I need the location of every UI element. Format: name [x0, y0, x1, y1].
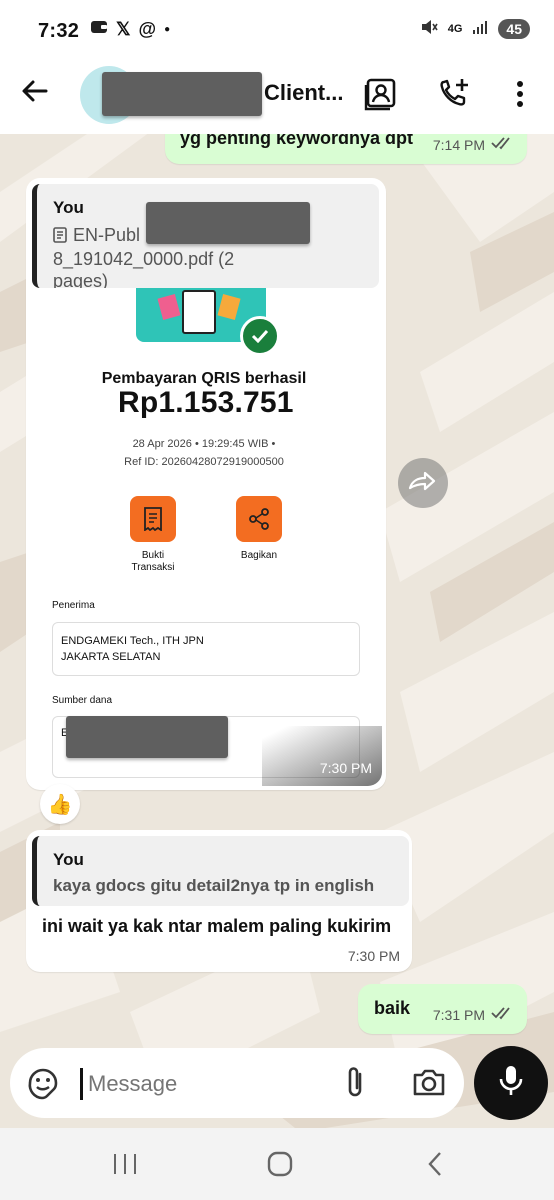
network-type: 4G	[447, 22, 463, 35]
camera-icon[interactable]	[412, 1066, 446, 1103]
x-app-icon: 𝕏	[116, 19, 131, 39]
more-options-icon[interactable]	[502, 74, 538, 114]
receipt-icon	[130, 496, 176, 542]
add-call-icon[interactable]	[436, 74, 472, 114]
reaction-thumbs-up[interactable]: 👍	[40, 784, 80, 824]
status-notification-icons: 𝕏 @ ●	[90, 19, 170, 40]
message-meta: 7:31 PM	[433, 1006, 515, 1023]
message-time: 7:31 PM	[432, 1006, 485, 1023]
share-icon	[236, 496, 282, 542]
status-system-icons: 4G 45	[420, 18, 530, 39]
back-arrow-icon[interactable]	[20, 76, 50, 111]
message-time: 7:30 PM	[319, 760, 372, 776]
text-cursor	[80, 1068, 83, 1100]
signal-icon	[472, 19, 488, 38]
sticker-icon[interactable]	[26, 1066, 60, 1105]
status-bar: 7:32 𝕏 @ ● 4G 45	[0, 0, 554, 62]
quote-author: You	[53, 850, 84, 869]
receipt-amount: Rp1.153.751	[118, 386, 294, 419]
share-label: Bagikan	[240, 550, 278, 561]
battery-level: 45	[498, 18, 530, 39]
redacted-source-of-funds	[66, 716, 228, 758]
microphone-icon	[499, 1064, 523, 1103]
read-ticks-icon	[491, 1006, 515, 1023]
success-check-icon	[240, 316, 280, 356]
threads-icon: @	[138, 19, 157, 39]
chat-header: Client...	[0, 62, 554, 132]
quote-text: kaya gdocs gitu detail2nya tp in english	[53, 876, 375, 895]
contact-card-icon[interactable]	[362, 74, 398, 114]
image-gradient	[262, 726, 382, 786]
recipient-label: Penerima	[52, 600, 95, 611]
redacted-file-name	[146, 202, 310, 244]
message-input[interactable]	[86, 1062, 320, 1106]
voice-message-button[interactable]	[474, 1046, 548, 1120]
quote-author: You	[53, 198, 84, 217]
mute-icon	[420, 18, 438, 39]
home-icon[interactable]	[266, 1150, 294, 1183]
system-navigation-bar	[0, 1128, 554, 1200]
nav-back-icon[interactable]	[426, 1150, 444, 1183]
document-icon	[53, 226, 67, 248]
message-text: baik	[374, 998, 411, 1018]
message-time: 7:30 PM	[347, 948, 400, 964]
attach-icon[interactable]	[340, 1064, 370, 1107]
read-ticks-icon	[491, 136, 515, 153]
outgoing-message[interactable]: baik 7:31 PM	[358, 984, 527, 1034]
wallet-icon	[90, 19, 108, 40]
payment-receipt-image[interactable]: Pembayaran QRIS berhasil Rp1.153.751 28 …	[26, 288, 382, 786]
message-meta: 7:14 PM	[433, 136, 515, 153]
message-composer	[10, 1048, 464, 1118]
header-divider	[0, 132, 554, 134]
recipient-details: ENDGAMEKI Tech., ITH JPN JAKARTA SELATAN	[61, 635, 204, 663]
forward-button[interactable]	[398, 458, 448, 508]
recent-apps-icon[interactable]	[112, 1152, 138, 1181]
status-time: 7:32	[38, 20, 80, 42]
proof-of-transaction-label: Bukti Transaksi	[131, 550, 175, 573]
message-text: ini wait ya kak ntar malem paling kukiri…	[42, 916, 392, 936]
recipient-box: ENDGAMEKI Tech., ITH JPN JAKARTA SELATAN	[52, 622, 360, 676]
chat-title[interactable]: Client...	[264, 80, 343, 106]
quoted-message[interactable]: You kaya gdocs gitu detail2nya tp in eng…	[32, 836, 409, 906]
source-of-funds-label: Sumber dana	[52, 695, 113, 706]
receipt-datetime: 28 Apr 2026 • 19:29:45 WIB •	[132, 438, 276, 450]
receipt-ref-id: Ref ID: 20260428072919000500	[124, 456, 284, 468]
more-notifications-dot-icon: ●	[164, 24, 171, 35]
incoming-message[interactable]: You kaya gdocs gitu detail2nya tp in eng…	[26, 830, 412, 972]
forward-icon	[408, 470, 438, 497]
message-time: 7:14 PM	[432, 136, 485, 153]
redacted-contact-name	[102, 72, 262, 116]
